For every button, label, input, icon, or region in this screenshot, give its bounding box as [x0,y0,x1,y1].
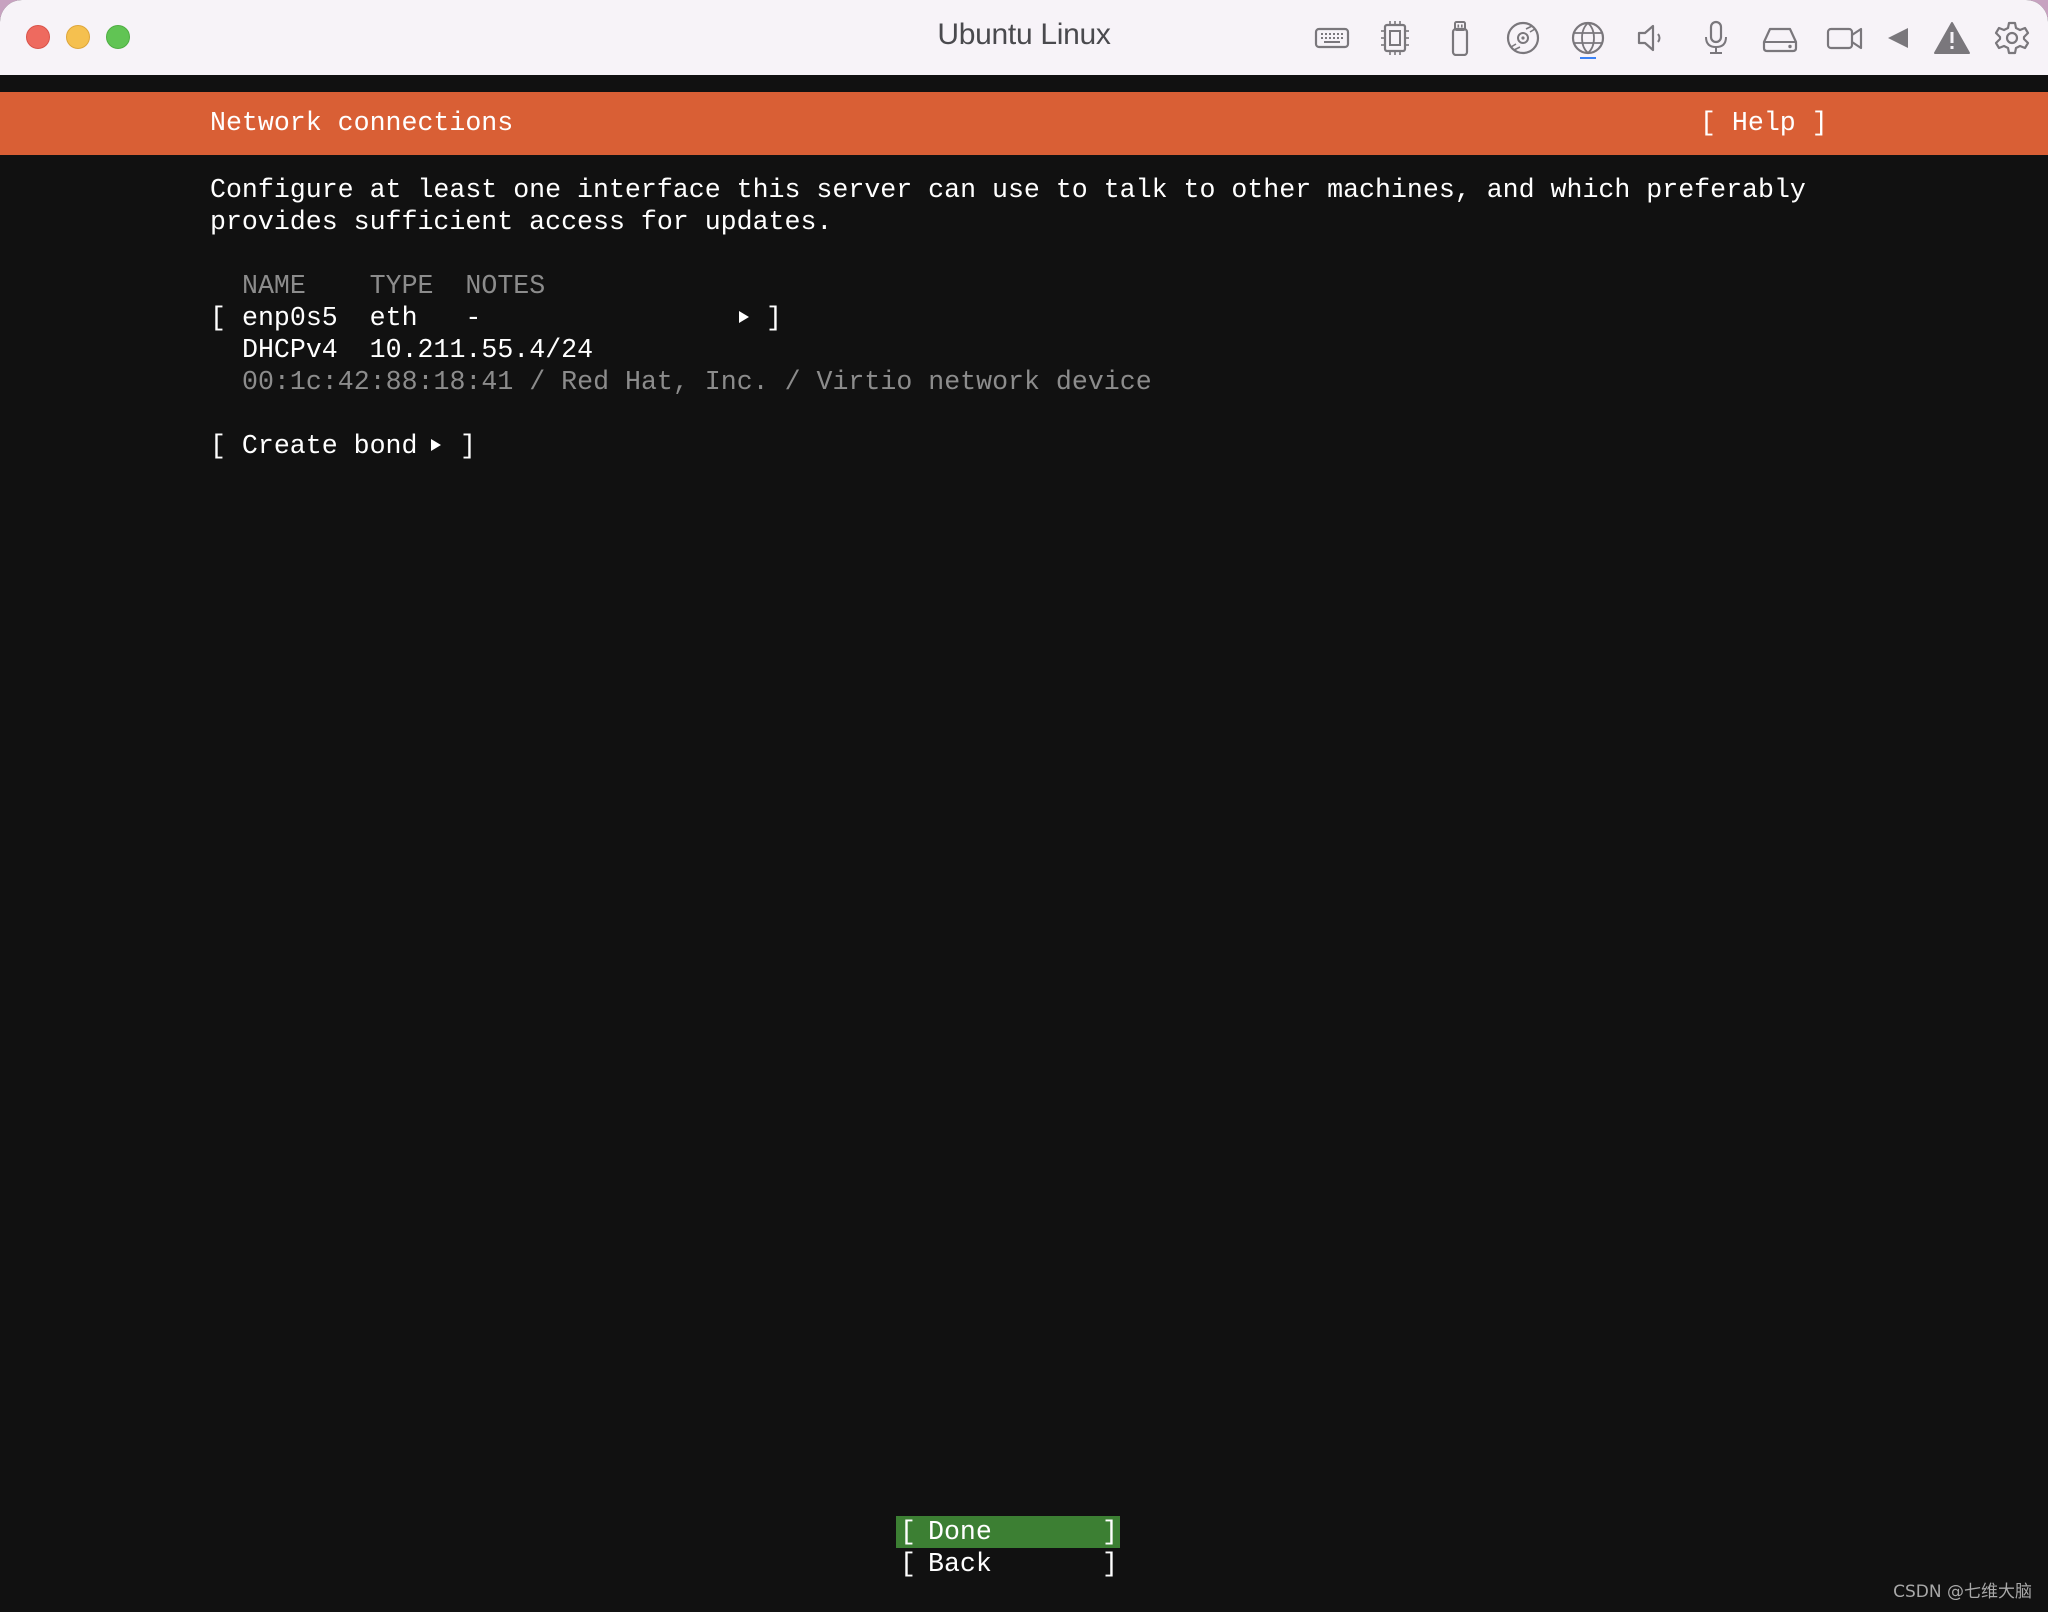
active-indicator [1580,57,1596,59]
interface-menu-arrow-icon[interactable] [736,302,752,334]
create-bond-arrow-icon [428,430,444,462]
interface-name-type-notes: enp0s5 eth - [242,303,482,333]
help-button[interactable]: [ Help ] [1700,107,1828,139]
done-open-bracket: [ [900,1517,916,1547]
table-header: NAME TYPE NOTES [242,271,546,301]
watermark: CSDN @七维大脑 [1893,1582,2032,1602]
description-line-2: provides sufficient access for updates. [210,207,833,237]
network-globe-icon[interactable] [1568,20,1608,56]
camera-icon[interactable] [1825,20,1865,56]
speaker-icon[interactable] [1632,20,1672,56]
usb-icon[interactable] [1440,20,1480,56]
row-open-bracket: [ [210,303,242,333]
page-title: Network connections [210,108,514,138]
warning-icon[interactable] [1932,20,1972,56]
play-icon[interactable] [1880,20,1920,56]
settings-gear-icon[interactable] [1992,20,2032,56]
installer-screen: Network connections [ Help ] Configure a… [0,75,2048,1612]
interface-address: DHCPv4 10.211.55.4/24 [242,335,594,365]
back-open-bracket: [ [900,1549,916,1579]
back-close-bracket: ] [1102,1549,1118,1579]
cpu-icon[interactable] [1375,20,1415,56]
keyboard-icon[interactable] [1312,20,1352,56]
header-bar: Network connections [ Help ] [0,92,2048,155]
interface-hardware-details: 00:1c:42:88:18:41 / Red Hat, Inc. / Virt… [242,367,1152,397]
create-bond-close-bracket: ] [460,431,476,461]
done-close-bracket: ] [1102,1517,1118,1547]
back-button[interactable]: Back [928,1548,992,1580]
create-bond-label: [ Create bond [210,431,418,461]
disc-icon[interactable] [1503,20,1543,56]
window-title: Ubuntu Linux [937,18,1111,51]
description-line-1: Configure at least one interface this se… [210,175,1806,205]
microphone-icon[interactable] [1696,20,1736,56]
row-close-bracket: ] [766,303,782,333]
done-button-label[interactable]: Done [928,1516,992,1548]
hard-disk-icon[interactable] [1760,20,1800,56]
vm-window: Ubuntu Linux Network connections [Help … [0,0,2048,1612]
window-titlebar: Ubuntu Linux [0,0,2048,75]
